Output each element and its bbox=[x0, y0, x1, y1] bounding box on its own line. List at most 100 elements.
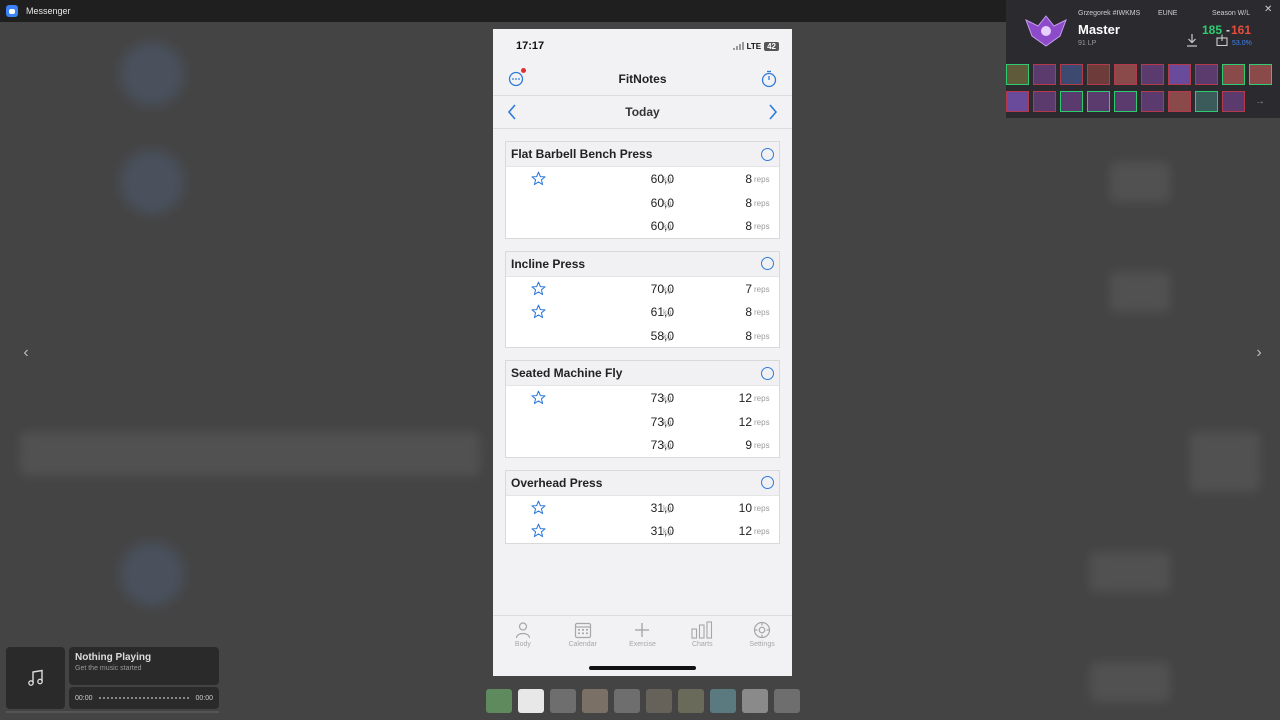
set-row[interactable]: 61,0 kg 8 reps bbox=[506, 300, 779, 324]
thumbnail[interactable] bbox=[550, 689, 576, 713]
person-icon bbox=[515, 622, 530, 639]
tab-label: Charts bbox=[691, 641, 713, 648]
exercise-name: Incline Press bbox=[511, 256, 586, 271]
set-row[interactable]: 60,0 kg 8 reps bbox=[506, 214, 779, 238]
star-icon[interactable] bbox=[531, 171, 546, 186]
tab-settings[interactable]: Settings bbox=[737, 621, 787, 676]
thumbnail[interactable] bbox=[646, 689, 672, 713]
star-icon[interactable] bbox=[531, 304, 546, 319]
music-info[interactable]: Nothing Playing Get the music started bbox=[69, 647, 219, 685]
next-image-arrow-icon[interactable]: › bbox=[1248, 342, 1270, 364]
champion-icon bbox=[1060, 91, 1083, 112]
champion-icon bbox=[1087, 91, 1110, 112]
champion-icon bbox=[1141, 91, 1164, 112]
music-title: Nothing Playing bbox=[75, 652, 152, 663]
star-icon[interactable] bbox=[531, 390, 546, 405]
status-bar: 17:17 LTE 42 bbox=[493, 29, 792, 63]
champion-icon bbox=[1006, 91, 1029, 112]
weight-unit: kg bbox=[663, 222, 672, 231]
set-reps: 9 bbox=[745, 438, 752, 452]
exercise-name: Overhead Press bbox=[511, 475, 603, 490]
champion-icon bbox=[1087, 64, 1110, 85]
set-row[interactable]: 73,0 kg 9 reps bbox=[506, 433, 779, 457]
thumbnail[interactable] bbox=[774, 689, 800, 713]
weight-unit: kg bbox=[663, 331, 672, 341]
exercise-card[interactable]: Incline Press 70,0 kg 7 reps 61,0 kg 8 reps 58,0 k… bbox=[505, 250, 780, 348]
thumbnail[interactable] bbox=[614, 689, 640, 713]
set-reps: 7 bbox=[745, 281, 752, 296]
thumbnail[interactable] bbox=[710, 689, 736, 713]
stopwatch-icon[interactable] bbox=[760, 70, 778, 88]
download-icon[interactable] bbox=[1186, 33, 1198, 47]
music-seek-bar[interactable] bbox=[98, 696, 190, 700]
music-time-start: 00:00 bbox=[75, 694, 93, 702]
set-row[interactable]: 73,0 kg 12 reps bbox=[506, 410, 779, 434]
workout-list: Flat Barbell Bench Press 60,0 kg 8 reps 60,0 k… bbox=[493, 129, 792, 544]
tab-label: Settings bbox=[749, 641, 775, 648]
music-note-icon[interactable] bbox=[6, 647, 65, 709]
exercise-card[interactable]: Overhead Press 31,0 kg 10 reps 31,0 kg 12 reps bbox=[505, 469, 780, 544]
set-row[interactable]: 31,0 kg 12 reps bbox=[506, 519, 779, 543]
thumbnail[interactable] bbox=[582, 689, 608, 713]
exercise-card[interactable]: Seated Machine Fly 73,0 kg 12 reps 73,0 kg 12 re… bbox=[505, 360, 780, 458]
star-icon[interactable] bbox=[531, 500, 546, 515]
complete-circle-icon[interactable] bbox=[761, 366, 774, 380]
app-navbar: FitNotes bbox=[493, 63, 792, 95]
set-reps: 12 bbox=[738, 524, 752, 538]
weight-unit: kg bbox=[663, 198, 672, 208]
previous-day-chevron-icon[interactable] bbox=[503, 103, 521, 121]
reps-unit: reps bbox=[754, 503, 770, 513]
weight-unit: kg bbox=[663, 284, 672, 294]
champion-icon bbox=[1168, 64, 1191, 85]
set-row[interactable]: 31,0 kg 10 reps bbox=[506, 496, 779, 520]
set-row[interactable]: 60,0 kg 8 reps bbox=[506, 191, 779, 215]
set-reps: 10 bbox=[738, 500, 752, 515]
music-widget: Nothing Playing Get the music started 00… bbox=[6, 647, 219, 709]
reps-unit: reps bbox=[754, 175, 770, 184]
reps-unit: reps bbox=[754, 441, 770, 450]
champion-icon bbox=[1222, 64, 1245, 85]
winrate-label: 53.0% bbox=[1232, 40, 1252, 47]
signal-icon bbox=[732, 42, 744, 50]
set-row[interactable]: 73,0 kg 12 reps bbox=[506, 386, 779, 410]
messenger-icon bbox=[6, 5, 18, 17]
set-reps: 8 bbox=[745, 172, 752, 186]
plus-icon bbox=[635, 623, 650, 637]
music-progress: 00:00 00:00 bbox=[69, 687, 219, 709]
next-day-chevron-icon[interactable] bbox=[764, 103, 782, 121]
weight-unit: kg bbox=[663, 175, 672, 184]
complete-circle-icon[interactable] bbox=[761, 257, 774, 270]
set-row[interactable]: 58,0 kg 8 reps bbox=[506, 324, 779, 348]
thumbnail[interactable] bbox=[678, 689, 704, 713]
exercise-name: Seated Machine Fly bbox=[511, 366, 623, 380]
player-name: Grzegorek #IWKMS bbox=[1078, 10, 1141, 17]
exercise-header[interactable]: Overhead Press bbox=[506, 470, 779, 496]
star-icon[interactable] bbox=[531, 523, 546, 538]
more-options-icon[interactable] bbox=[507, 68, 526, 88]
champion-icon bbox=[1249, 64, 1272, 85]
thumbnail[interactable] bbox=[742, 689, 768, 713]
close-icon[interactable]: ✕ bbox=[1264, 4, 1272, 15]
set-reps: 12 bbox=[738, 391, 752, 405]
reps-unit: reps bbox=[754, 394, 770, 403]
star-icon[interactable] bbox=[531, 281, 546, 296]
arrow-right-icon[interactable]: → bbox=[1255, 91, 1265, 112]
set-row[interactable]: 70,0 kg 7 reps bbox=[506, 277, 779, 301]
share-icon[interactable] bbox=[1216, 34, 1228, 46]
home-indicator[interactable] bbox=[589, 666, 696, 670]
exercise-header[interactable]: Seated Machine Fly bbox=[506, 361, 779, 386]
tab-body[interactable]: Body bbox=[498, 621, 548, 676]
thumbnail[interactable] bbox=[518, 689, 544, 713]
exercise-header[interactable]: Incline Press bbox=[506, 251, 779, 277]
previous-image-arrow-icon[interactable]: ‹ bbox=[15, 342, 37, 364]
thumbnail[interactable] bbox=[486, 689, 512, 713]
exercise-card[interactable]: Flat Barbell Bench Press 60,0 kg 8 reps 60,0 k… bbox=[505, 141, 780, 239]
complete-circle-icon[interactable] bbox=[761, 476, 774, 489]
exercise-header[interactable]: Flat Barbell Bench Press bbox=[506, 142, 779, 167]
champion-history: → bbox=[1006, 64, 1280, 118]
set-row[interactable]: 60,0 kg 8 reps bbox=[506, 167, 779, 191]
season-label: Season W/L bbox=[1212, 10, 1251, 17]
weight-unit: kg bbox=[663, 417, 672, 427]
champion-icon bbox=[1006, 64, 1029, 85]
complete-circle-icon[interactable] bbox=[761, 147, 774, 161]
